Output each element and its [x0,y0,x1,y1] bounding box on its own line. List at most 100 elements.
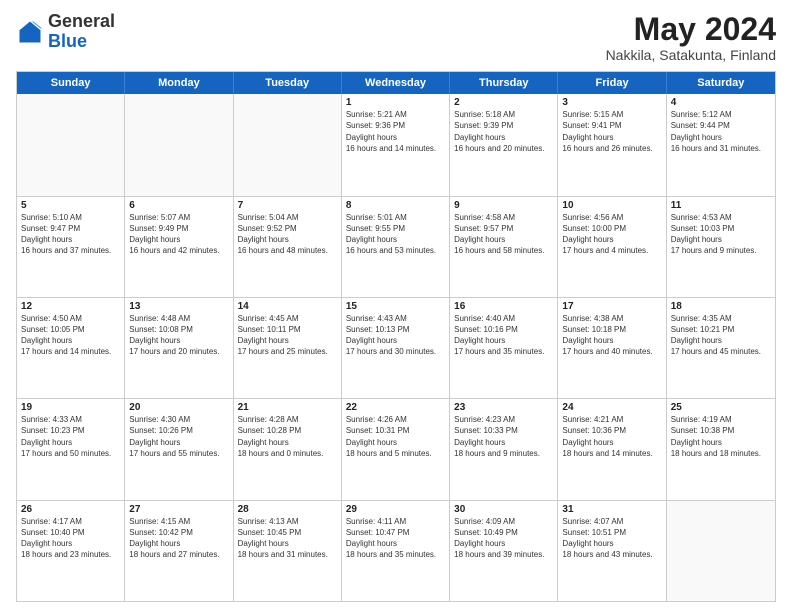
day-info: Sunrise: 5:10 AMSunset: 9:47 PMDaylight … [21,212,120,257]
title-block: May 2024 Nakkila, Satakunta, Finland [606,12,776,63]
day-info: Sunrise: 5:15 AMSunset: 9:41 PMDaylight … [562,109,661,154]
title-location: Nakkila, Satakunta, Finland [606,47,776,63]
day-info: Sunrise: 4:43 AMSunset: 10:13 PMDaylight… [346,313,445,358]
day-number: 29 [346,504,445,515]
weekday-header-wednesday: Wednesday [342,72,450,94]
calendar-week-2: 5Sunrise: 5:10 AMSunset: 9:47 PMDaylight… [17,196,775,297]
day-info: Sunrise: 5:21 AMSunset: 9:36 PMDaylight … [346,109,445,154]
calendar-week-3: 12Sunrise: 4:50 AMSunset: 10:05 PMDaylig… [17,297,775,398]
day-cell-23: 23Sunrise: 4:23 AMSunset: 10:33 PMDaylig… [450,399,558,499]
day-cell-18: 18Sunrise: 4:35 AMSunset: 10:21 PMDaylig… [667,298,775,398]
day-number: 8 [346,200,445,211]
calendar-week-5: 26Sunrise: 4:17 AMSunset: 10:40 PMDaylig… [17,500,775,601]
day-info: Sunrise: 5:07 AMSunset: 9:49 PMDaylight … [129,212,228,257]
day-cell-21: 21Sunrise: 4:28 AMSunset: 10:28 PMDaylig… [234,399,342,499]
day-number: 7 [238,200,337,211]
day-cell-7: 7Sunrise: 5:04 AMSunset: 9:52 PMDaylight… [234,197,342,297]
day-cell-10: 10Sunrise: 4:56 AMSunset: 10:00 PMDaylig… [558,197,666,297]
empty-cell [125,94,233,195]
day-info: Sunrise: 4:58 AMSunset: 9:57 PMDaylight … [454,212,553,257]
day-cell-9: 9Sunrise: 4:58 AMSunset: 9:57 PMDaylight… [450,197,558,297]
day-cell-3: 3Sunrise: 5:15 AMSunset: 9:41 PMDaylight… [558,94,666,195]
header: General Blue May 2024 Nakkila, Satakunta… [16,12,776,63]
weekday-header-thursday: Thursday [450,72,558,94]
day-info: Sunrise: 4:21 AMSunset: 10:36 PMDaylight… [562,414,661,459]
day-cell-30: 30Sunrise: 4:09 AMSunset: 10:49 PMDaylig… [450,501,558,601]
day-cell-29: 29Sunrise: 4:11 AMSunset: 10:47 PMDaylig… [342,501,450,601]
day-cell-31: 31Sunrise: 4:07 AMSunset: 10:51 PMDaylig… [558,501,666,601]
day-cell-13: 13Sunrise: 4:48 AMSunset: 10:08 PMDaylig… [125,298,233,398]
weekday-header-monday: Monday [125,72,233,94]
day-cell-4: 4Sunrise: 5:12 AMSunset: 9:44 PMDaylight… [667,94,775,195]
day-number: 9 [454,200,553,211]
day-info: Sunrise: 4:28 AMSunset: 10:28 PMDaylight… [238,414,337,459]
day-number: 6 [129,200,228,211]
day-number: 1 [346,97,445,108]
day-cell-12: 12Sunrise: 4:50 AMSunset: 10:05 PMDaylig… [17,298,125,398]
day-cell-28: 28Sunrise: 4:13 AMSunset: 10:45 PMDaylig… [234,501,342,601]
day-info: Sunrise: 5:18 AMSunset: 9:39 PMDaylight … [454,109,553,154]
day-number: 21 [238,402,337,413]
day-cell-20: 20Sunrise: 4:30 AMSunset: 10:26 PMDaylig… [125,399,233,499]
day-number: 12 [21,301,120,312]
logo-general: General [48,11,115,31]
empty-cell [17,94,125,195]
day-cell-16: 16Sunrise: 4:40 AMSunset: 10:16 PMDaylig… [450,298,558,398]
day-info: Sunrise: 4:26 AMSunset: 10:31 PMDaylight… [346,414,445,459]
day-info: Sunrise: 4:23 AMSunset: 10:33 PMDaylight… [454,414,553,459]
day-number: 31 [562,504,661,515]
day-info: Sunrise: 4:48 AMSunset: 10:08 PMDaylight… [129,313,228,358]
day-number: 3 [562,97,661,108]
day-info: Sunrise: 4:30 AMSunset: 10:26 PMDaylight… [129,414,228,459]
day-info: Sunrise: 4:17 AMSunset: 10:40 PMDaylight… [21,516,120,561]
day-cell-19: 19Sunrise: 4:33 AMSunset: 10:23 PMDaylig… [17,399,125,499]
calendar-week-1: 1Sunrise: 5:21 AMSunset: 9:36 PMDaylight… [17,94,775,195]
day-number: 28 [238,504,337,515]
day-info: Sunrise: 4:19 AMSunset: 10:38 PMDaylight… [671,414,771,459]
day-cell-14: 14Sunrise: 4:45 AMSunset: 10:11 PMDaylig… [234,298,342,398]
day-cell-25: 25Sunrise: 4:19 AMSunset: 10:38 PMDaylig… [667,399,775,499]
day-cell-22: 22Sunrise: 4:26 AMSunset: 10:31 PMDaylig… [342,399,450,499]
calendar-week-4: 19Sunrise: 4:33 AMSunset: 10:23 PMDaylig… [17,398,775,499]
day-cell-2: 2Sunrise: 5:18 AMSunset: 9:39 PMDaylight… [450,94,558,195]
empty-cell [667,501,775,601]
day-number: 22 [346,402,445,413]
logo: General Blue [16,12,115,52]
day-number: 2 [454,97,553,108]
day-info: Sunrise: 4:35 AMSunset: 10:21 PMDaylight… [671,313,771,358]
empty-cell [234,94,342,195]
day-info: Sunrise: 4:56 AMSunset: 10:00 PMDaylight… [562,212,661,257]
day-number: 4 [671,97,771,108]
day-cell-24: 24Sunrise: 4:21 AMSunset: 10:36 PMDaylig… [558,399,666,499]
day-info: Sunrise: 4:38 AMSunset: 10:18 PMDaylight… [562,313,661,358]
day-number: 13 [129,301,228,312]
day-info: Sunrise: 4:33 AMSunset: 10:23 PMDaylight… [21,414,120,459]
day-info: Sunrise: 4:13 AMSunset: 10:45 PMDaylight… [238,516,337,561]
day-info: Sunrise: 4:40 AMSunset: 10:16 PMDaylight… [454,313,553,358]
day-number: 5 [21,200,120,211]
day-number: 15 [346,301,445,312]
calendar-body: 1Sunrise: 5:21 AMSunset: 9:36 PMDaylight… [17,94,775,601]
day-number: 16 [454,301,553,312]
day-number: 30 [454,504,553,515]
logo-blue: Blue [48,31,87,51]
day-info: Sunrise: 4:15 AMSunset: 10:42 PMDaylight… [129,516,228,561]
day-cell-6: 6Sunrise: 5:07 AMSunset: 9:49 PMDaylight… [125,197,233,297]
day-number: 18 [671,301,771,312]
day-info: Sunrise: 4:53 AMSunset: 10:03 PMDaylight… [671,212,771,257]
calendar: SundayMondayTuesdayWednesdayThursdayFrid… [16,71,776,602]
day-number: 27 [129,504,228,515]
calendar-header: SundayMondayTuesdayWednesdayThursdayFrid… [17,72,775,94]
day-cell-27: 27Sunrise: 4:15 AMSunset: 10:42 PMDaylig… [125,501,233,601]
day-info: Sunrise: 5:12 AMSunset: 9:44 PMDaylight … [671,109,771,154]
weekday-header-friday: Friday [558,72,666,94]
title-month: May 2024 [606,12,776,47]
day-info: Sunrise: 4:45 AMSunset: 10:11 PMDaylight… [238,313,337,358]
logo-icon [16,18,44,46]
logo-text: General Blue [48,12,115,52]
day-cell-15: 15Sunrise: 4:43 AMSunset: 10:13 PMDaylig… [342,298,450,398]
day-cell-5: 5Sunrise: 5:10 AMSunset: 9:47 PMDaylight… [17,197,125,297]
day-number: 11 [671,200,771,211]
page: General Blue May 2024 Nakkila, Satakunta… [0,0,792,612]
day-info: Sunrise: 4:07 AMSunset: 10:51 PMDaylight… [562,516,661,561]
